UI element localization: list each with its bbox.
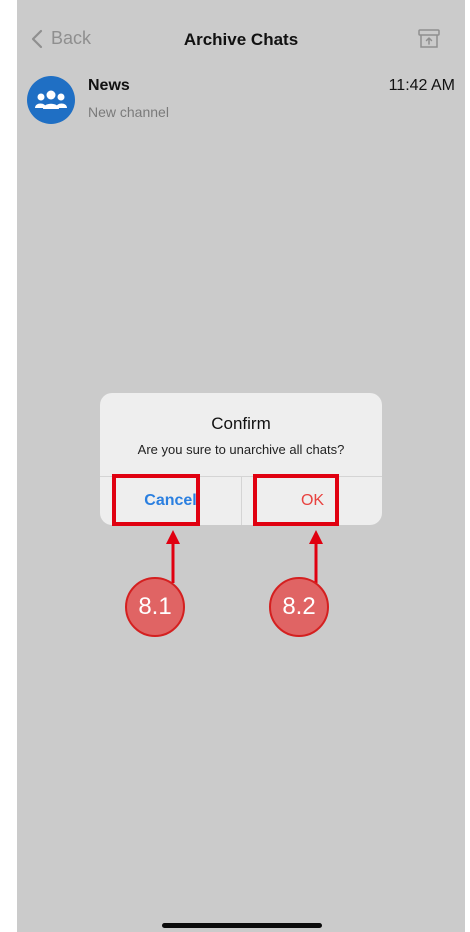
step-badge-8-2: 8.2 (269, 577, 329, 637)
screen: Back Archive Chats News New channel 11:4… (0, 0, 470, 932)
step-badge-8-1: 8.1 (125, 577, 185, 637)
callout-arrow (166, 530, 323, 583)
